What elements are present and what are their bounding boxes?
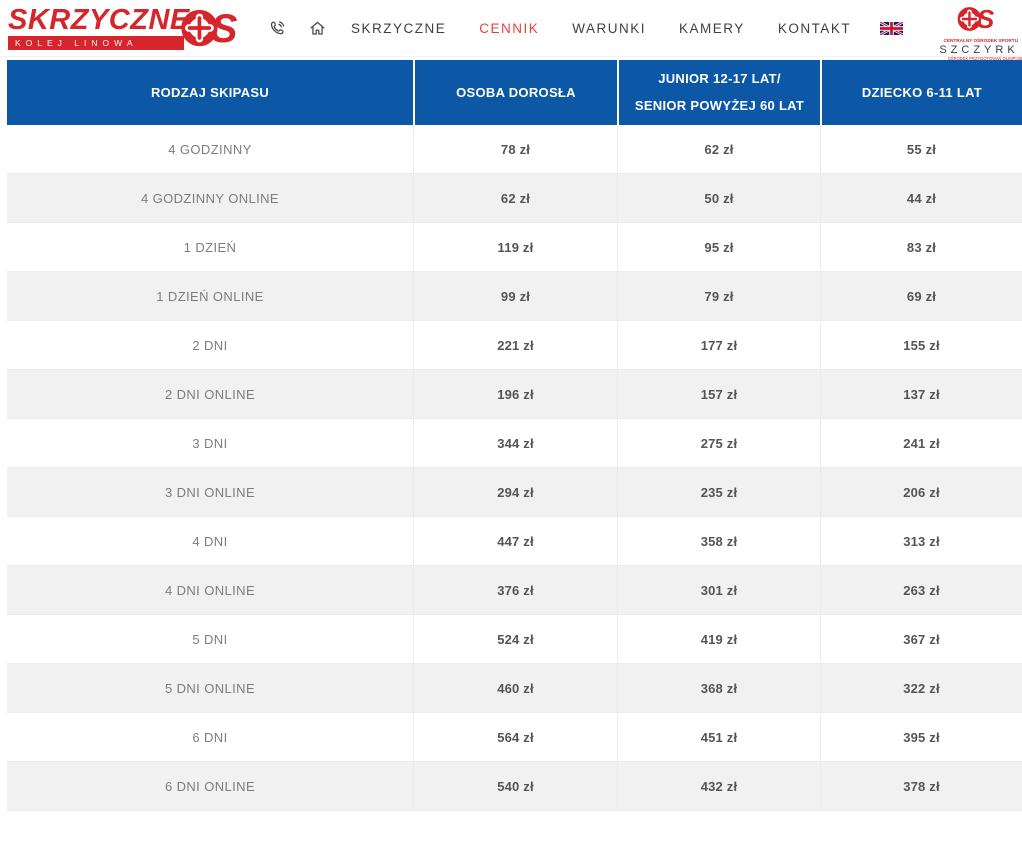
junior-senior-price-cell: 50 zł xyxy=(617,174,820,222)
adult-price-cell: 119 zł xyxy=(413,223,617,271)
child-price-cell: 367 zł xyxy=(820,615,1022,663)
nav-item-warunki[interactable]: WARUNKI xyxy=(572,21,646,36)
adult-price-cell: 376 zł xyxy=(413,566,617,614)
skipass-type-cell: 6 DNI xyxy=(192,729,228,745)
junior-senior-price-cell: 301 zł xyxy=(617,566,820,614)
adult-price-cell: 564 zł xyxy=(413,713,617,761)
skipass-type-cell: 1 DZIEŃ xyxy=(183,239,237,255)
adult-price-cell: 540 zł xyxy=(413,762,617,810)
junior-senior-price-cell: 419 zł xyxy=(617,615,820,663)
table-row: 4 DNI 447 zł 358 zł 313 zł xyxy=(7,517,1022,566)
junior-senior-price-cell: 368 zł xyxy=(617,664,820,712)
skipass-type-cell: 5 DNI ONLINE xyxy=(164,680,256,696)
cos-szczyrk-logo[interactable]: S CENTRALNY OŚRODEK SPORTU SZCZYRK OŚROD… xyxy=(934,5,1022,63)
child-price-cell: 44 zł xyxy=(820,174,1022,222)
home-icon[interactable] xyxy=(308,19,327,38)
site-logo-subtitle: KOLEJ LINOWA xyxy=(8,36,184,50)
skipass-price-table: RODZAJ SKIPASU OSOBA DOROSŁA JUNIOR 12-1… xyxy=(7,60,1022,811)
adult-price-cell: 460 zł xyxy=(413,664,617,712)
skipass-type-cell: 4 DNI ONLINE xyxy=(164,582,256,598)
svg-text:S: S xyxy=(977,6,994,33)
table-row: 2 DNI 221 zł 177 zł 155 zł xyxy=(7,321,1022,370)
nav-item-kontakt[interactable]: KONTAKT xyxy=(778,21,851,36)
junior-senior-price-cell: 451 zł xyxy=(617,713,820,761)
skipass-type-cell: 4 DNI xyxy=(192,533,228,549)
column-header-junior-senior: JUNIOR 12-17 LAT/ SENIOR POWYŻEJ 60 LAT xyxy=(617,60,820,125)
junior-senior-price-cell: 95 zł xyxy=(617,223,820,271)
column-header-skipass-type: RODZAJ SKIPASU xyxy=(150,85,270,100)
table-row: 6 DNI 564 zł 451 zł 395 zł xyxy=(7,713,1022,762)
column-header-child: DZIECKO 6-11 LAT xyxy=(820,60,1022,125)
adult-price-cell: 62 zł xyxy=(413,174,617,222)
table-row: 3 DNI 344 zł 275 zł 241 zł xyxy=(7,419,1022,468)
table-row: 4 DNI ONLINE 376 zł 301 zł 263 zł xyxy=(7,566,1022,615)
table-row: 5 DNI 524 zł 419 zł 367 zł xyxy=(7,615,1022,664)
table-row: 1 DZIEŃ ONLINE 99 zł 79 zł 69 zł xyxy=(7,272,1022,321)
skipass-type-cell: 3 DNI ONLINE xyxy=(164,484,256,500)
junior-senior-price-cell: 157 zł xyxy=(617,370,820,418)
cos-logo-line2: SZCZYRK xyxy=(939,44,1019,57)
child-price-cell: 69 zł xyxy=(820,272,1022,320)
nav-item-kamery[interactable]: KAMERY xyxy=(679,21,745,36)
table-header-row: RODZAJ SKIPASU OSOBA DOROSŁA JUNIOR 12-1… xyxy=(7,60,1022,125)
skipass-type-cell: 6 DNI ONLINE xyxy=(164,778,256,794)
junior-senior-price-cell: 62 zł xyxy=(617,125,820,173)
adult-price-cell: 294 zł xyxy=(413,468,617,516)
skipass-type-cell: 1 DZIEŃ ONLINE xyxy=(156,288,264,304)
table-body: 4 GODZINNY 78 zł 62 zł 55 zł 4 GODZINNY … xyxy=(7,125,1022,811)
table-row: 4 GODZINNY ONLINE 62 zł 50 zł 44 zł xyxy=(7,174,1022,223)
child-price-cell: 55 zł xyxy=(820,125,1022,173)
adult-price-cell: 524 zł xyxy=(413,615,617,663)
adult-price-cell: 78 zł xyxy=(413,125,617,173)
child-price-cell: 137 zł xyxy=(820,370,1022,418)
adult-price-cell: 99 zł xyxy=(413,272,617,320)
child-price-cell: 263 zł xyxy=(820,566,1022,614)
junior-senior-price-cell: 358 zł xyxy=(617,517,820,565)
child-price-cell: 322 zł xyxy=(820,664,1022,712)
child-price-cell: 313 zł xyxy=(820,517,1022,565)
child-price-cell: 83 zł xyxy=(820,223,1022,271)
child-price-cell: 155 zł xyxy=(820,321,1022,369)
adult-price-cell: 344 zł xyxy=(413,419,617,467)
cos-logo-line3: OŚRODEK PRZYGOTOWAŃ OLIMPIJSKICH xyxy=(947,57,1022,62)
table-row: 1 DZIEŃ 119 zł 95 zł 83 zł xyxy=(7,223,1022,272)
child-price-cell: 395 zł xyxy=(820,713,1022,761)
adult-price-cell: 196 zł xyxy=(413,370,617,418)
uk-flag-icon[interactable] xyxy=(880,21,904,35)
table-row: 5 DNI ONLINE 460 zł 368 zł 322 zł xyxy=(7,664,1022,713)
child-price-cell: 378 zł xyxy=(820,762,1022,810)
nav-item-cennik[interactable]: CENNIK xyxy=(479,21,539,36)
phone-icon[interactable] xyxy=(268,19,287,38)
table-row: 6 DNI ONLINE 540 zł 432 zł 378 zł xyxy=(7,762,1022,811)
skipass-type-cell: 5 DNI xyxy=(192,631,228,647)
junior-senior-price-cell: 432 zł xyxy=(617,762,820,810)
table-row: 4 GODZINNY 78 zł 62 zł 55 zł xyxy=(7,125,1022,174)
junior-senior-price-cell: 79 zł xyxy=(617,272,820,320)
main-menu: SKRZYCZNE CENNIK WARUNKI KAMERY KONTAKT xyxy=(351,21,904,36)
skipass-type-cell: 4 GODZINNY ONLINE xyxy=(140,190,280,206)
child-price-cell: 241 zł xyxy=(820,419,1022,467)
child-price-cell: 206 zł xyxy=(820,468,1022,516)
junior-senior-price-cell: 275 zł xyxy=(617,419,820,467)
table-row: 3 DNI ONLINE 294 zł 235 zł 206 zł xyxy=(7,468,1022,517)
junior-senior-price-cell: 235 zł xyxy=(617,468,820,516)
top-navigation-bar: SKRZYCZNE KOLEJ LINOWA S SKRZYCZNE CENNI… xyxy=(0,0,1022,61)
junior-senior-price-cell: 177 zł xyxy=(617,321,820,369)
cos-logo-line1: CENTRALNY OŚRODEK SPORTU xyxy=(943,38,1019,43)
cs-emblem-icon: S xyxy=(178,6,244,55)
svg-text:S: S xyxy=(211,7,237,50)
adult-price-cell: 447 zł xyxy=(413,517,617,565)
adult-price-cell: 221 zł xyxy=(413,321,617,369)
skipass-type-cell: 2 DNI xyxy=(192,337,228,353)
table-row: 2 DNI ONLINE 196 zł 157 zł 137 zł xyxy=(7,370,1022,419)
skipass-type-cell: 3 DNI xyxy=(192,435,228,451)
cos-emblem-icon: S xyxy=(957,6,994,34)
column-header-adult: OSOBA DOROSŁA xyxy=(413,60,617,125)
nav-item-skrzyczne[interactable]: SKRZYCZNE xyxy=(351,21,446,36)
skipass-type-cell: 2 DNI ONLINE xyxy=(164,386,256,402)
site-logo[interactable]: SKRZYCZNE KOLEJ LINOWA S xyxy=(8,6,240,51)
skipass-type-cell: 4 GODZINNY xyxy=(168,141,252,157)
